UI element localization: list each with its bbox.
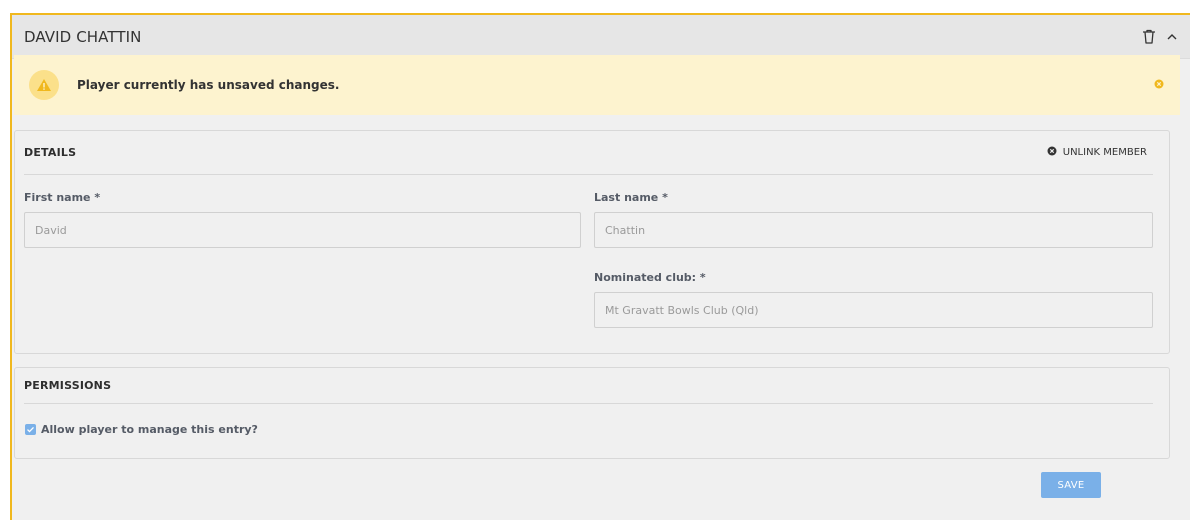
- header-actions: [1142, 29, 1178, 44]
- close-circle-icon[interactable]: [1154, 74, 1164, 93]
- permissions-card: PERMISSIONS Allow player to manage this …: [14, 367, 1170, 459]
- panel-header[interactable]: DAVID CHATTIN: [12, 15, 1190, 59]
- trash-icon[interactable]: [1142, 29, 1156, 44]
- permissions-header: PERMISSIONS: [24, 368, 1153, 404]
- details-header: DETAILS UNLINK MEMBER: [24, 131, 1153, 175]
- details-card: DETAILS UNLINK MEMBER First name * Last …: [14, 130, 1170, 354]
- panel-title: DAVID CHATTIN: [24, 27, 142, 46]
- allow-manage-checkbox[interactable]: [25, 424, 36, 435]
- nominated-club-label: Nominated club: *: [594, 271, 706, 284]
- unlink-member-label: UNLINK MEMBER: [1062, 147, 1147, 158]
- close-circle-icon: [1047, 146, 1057, 159]
- unsaved-changes-alert: Player currently has unsaved changes.: [14, 55, 1180, 115]
- allow-manage-row[interactable]: Allow player to manage this entry?: [25, 423, 258, 436]
- chevron-up-icon[interactable]: [1166, 32, 1178, 42]
- warning-icon: [29, 70, 59, 100]
- details-heading: DETAILS: [24, 146, 77, 159]
- checkmark-icon: [27, 426, 34, 433]
- alert-message: Player currently has unsaved changes.: [77, 78, 340, 92]
- last-name-input[interactable]: [594, 212, 1153, 248]
- last-name-label: Last name *: [594, 191, 668, 204]
- save-button[interactable]: SAVE: [1041, 472, 1101, 498]
- permissions-heading: PERMISSIONS: [24, 379, 112, 392]
- unlink-member-button[interactable]: UNLINK MEMBER: [1047, 146, 1153, 159]
- nominated-club-input[interactable]: [594, 292, 1153, 328]
- allow-manage-label: Allow player to manage this entry?: [41, 423, 258, 436]
- first-name-input[interactable]: [24, 212, 581, 248]
- first-name-label: First name *: [24, 191, 101, 204]
